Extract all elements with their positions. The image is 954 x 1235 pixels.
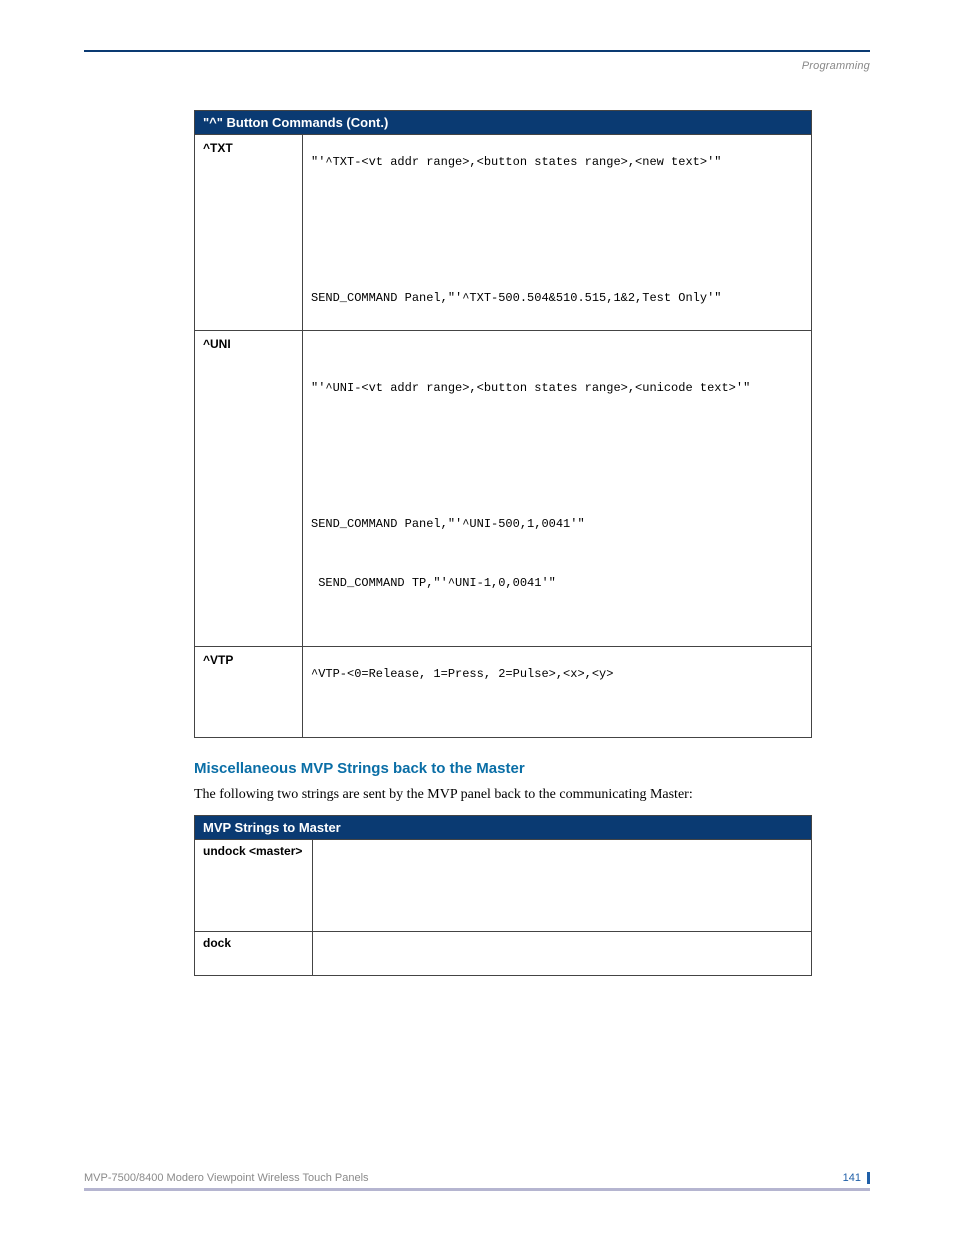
table-row: undock <master> — [195, 839, 812, 931]
code-line: SEND_COMMAND TP,"'^UNI-1,0,0041'" — [311, 576, 803, 592]
mvp-strings-table: MVP Strings to Master undock <master> do… — [194, 815, 812, 976]
command-name: ^TXT — [195, 135, 303, 331]
table-header-row: "^" Button Commands (Cont.) — [195, 111, 812, 135]
table-row: ^UNI "'^UNI-<vt addr range>,<button stat… — [195, 331, 812, 647]
command-name: ^VTP — [195, 646, 303, 737]
table-title: MVP Strings to Master — [195, 815, 812, 839]
code-line: ^VTP-<0=Release, 1=Press, 2=Pulse>,<x>,<… — [311, 667, 803, 683]
page: Programming "^" Button Commands (Cont.) … — [0, 0, 954, 1235]
page-footer: MVP-7500/8400 Modero Viewpoint Wireless … — [84, 1172, 870, 1191]
table-header-row: MVP Strings to Master — [195, 815, 812, 839]
button-commands-table: "^" Button Commands (Cont.) ^TXT "'^TXT-… — [194, 110, 812, 738]
table-title: "^" Button Commands (Cont.) — [195, 111, 812, 135]
footer-page-number: 141 — [843, 1172, 870, 1184]
command-body: "'^TXT-<vt addr range>,<button states ra… — [303, 135, 812, 331]
header-section-label: Programming — [84, 60, 870, 72]
mvp-string-body — [313, 839, 812, 931]
header-rule — [84, 50, 870, 52]
code-line: SEND_COMMAND Panel,"'^UNI-500,1,0041'" — [311, 517, 803, 533]
code-line: "'^UNI-<vt addr range>,<button states ra… — [311, 381, 803, 397]
command-body: "'^UNI-<vt addr range>,<button states ra… — [303, 331, 812, 647]
mvp-string-name: undock <master> — [195, 839, 313, 931]
section-paragraph: The following two strings are sent by th… — [194, 787, 870, 803]
table-row: ^TXT "'^TXT-<vt addr range>,<button stat… — [195, 135, 812, 331]
code-line: SEND_COMMAND Panel,"'^TXT-500.504&510.51… — [311, 291, 803, 307]
table-row: dock — [195, 931, 812, 975]
command-name: ^UNI — [195, 331, 303, 647]
table-row: ^VTP ^VTP-<0=Release, 1=Press, 2=Pulse>,… — [195, 646, 812, 737]
mvp-string-name: dock — [195, 931, 313, 975]
footer-product: MVP-7500/8400 Modero Viewpoint Wireless … — [84, 1172, 369, 1184]
mvp-string-body — [313, 931, 812, 975]
code-line: "'^TXT-<vt addr range>,<button states ra… — [311, 155, 803, 171]
section-heading: Miscellaneous MVP Strings back to the Ma… — [194, 760, 870, 777]
command-body: ^VTP-<0=Release, 1=Press, 2=Pulse>,<x>,<… — [303, 646, 812, 737]
